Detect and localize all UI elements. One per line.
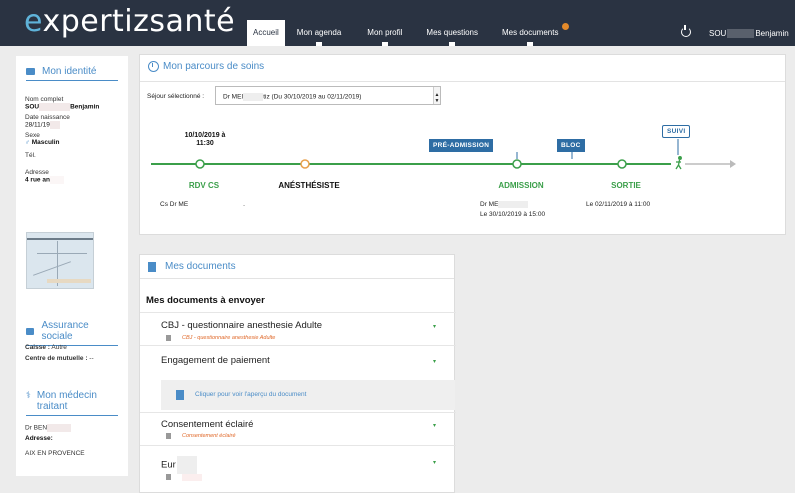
- dob-label: Date naissance: [25, 114, 70, 121]
- documents-card: Mes documents Mes documents à envoyer CB…: [139, 254, 456, 493]
- tel-label: Tél.: [25, 152, 36, 159]
- rdv-detail: Cs Dr ME.: [160, 201, 245, 208]
- step-label-sortie: SORTIE: [611, 181, 641, 190]
- medecin-title: ⚕ Mon médecin traitant: [26, 390, 97, 412]
- left-sidebar: Mon identité Nom complet SOU Benjamin Dat…: [16, 56, 128, 476]
- map-area: [47, 279, 91, 283]
- step-dot-anesthesiste[interactable]: [300, 159, 310, 169]
- pdf-icon: [176, 390, 184, 400]
- step-dot-sortie[interactable]: [617, 159, 627, 169]
- step-label-anesthesiste: ANÉSTHÉSISTE: [278, 181, 340, 190]
- nav-mes-questions[interactable]: Mes questions: [420, 20, 484, 46]
- divider: [26, 80, 118, 81]
- tel-value: [25, 159, 125, 166]
- assurance-title: Assurance sociale: [26, 320, 118, 342]
- stethoscope-icon: ⚕: [26, 390, 31, 400]
- id-card-icon: [26, 68, 35, 75]
- map-road: [37, 253, 87, 254]
- main-nav: Accueil Mon agenda Mon profil Mes questi…: [247, 20, 570, 46]
- document-row[interactable]: Engagement de paiement ▾: [140, 345, 456, 379]
- sexe-value: ♂ Masculin: [25, 139, 60, 146]
- map-thumbnail[interactable]: [26, 232, 94, 289]
- document-row[interactable]: Consentement éclairé ▾ Consentement écla…: [140, 412, 456, 445]
- documents-title: Mes documents: [148, 261, 236, 272]
- redacted-block: [727, 29, 755, 39]
- caisse-row: Caisse : Autre: [25, 344, 67, 351]
- medecin-adresse-label: Adresse:: [25, 435, 53, 442]
- walking-person-icon: [675, 156, 682, 170]
- expand-icon[interactable]: ▾: [433, 358, 436, 365]
- redacted-block: [182, 474, 202, 481]
- document-preview[interactable]: Cliquer pour voir l'aperçu du document: [161, 380, 455, 410]
- app-logo[interactable]: expertizsanté: [24, 4, 235, 39]
- divider: [140, 278, 454, 279]
- mutuelle-row: Centre de mutuelle : --: [25, 355, 94, 362]
- step-label-rdv: RDV CS: [188, 181, 220, 190]
- medecin-name: Dr BEN: [25, 424, 125, 432]
- file-icon: [166, 335, 171, 341]
- pdf-icon: [148, 261, 156, 272]
- map-road: [33, 261, 71, 276]
- nav-indicator: [527, 42, 534, 46]
- medecin-city: AIX EN PROVENCE: [25, 450, 85, 457]
- step-dot-rdv[interactable]: [195, 159, 205, 169]
- identity-title: Mon identité: [26, 66, 118, 77]
- nav-indicator: [316, 42, 323, 46]
- expand-icon[interactable]: ▾: [433, 459, 436, 466]
- document-row[interactable]: CBJ - questionnaire anesthesie Adulte ▾ …: [140, 312, 456, 345]
- notification-badge: [562, 23, 570, 30]
- user-name[interactable]: SOU Benjamin: [709, 29, 789, 39]
- nav-indicator: [381, 42, 388, 46]
- redacted-block: [49, 121, 60, 129]
- tag-bloc[interactable]: BLOC: [557, 139, 585, 152]
- nav-mes-documents[interactable]: Mes documents: [496, 20, 570, 46]
- document-row[interactable]: Eur ▾: [140, 445, 456, 493]
- tag-preadmission[interactable]: PRÉ-ADMISSION: [429, 139, 494, 152]
- map-road: [27, 238, 93, 240]
- nav-mon-profil[interactable]: Mon profil: [361, 20, 408, 46]
- id-card-icon: [26, 327, 35, 335]
- nom-label: Nom complet: [25, 96, 64, 103]
- timeline-arrow-icon: [730, 160, 736, 168]
- redacted-block: [176, 456, 197, 474]
- step-dot-admission[interactable]: [512, 159, 522, 169]
- tag-suivi[interactable]: SUIVI: [662, 125, 691, 138]
- sortie-detail: Le 02/11/2019 à 11:00: [586, 201, 651, 208]
- redacted-block: [47, 424, 72, 432]
- redacted-block: [39, 103, 71, 111]
- file-icon: [166, 433, 171, 439]
- power-icon[interactable]: [681, 25, 691, 37]
- admission-detail: Dr ME Le 30/10/2019 à 15:00: [480, 201, 546, 219]
- gender-male-icon: ♂: [25, 139, 30, 146]
- dob-value: 28/11/19: [25, 121, 125, 129]
- nom-value: SOU Benjamin: [25, 103, 100, 111]
- file-icon: [166, 474, 171, 480]
- redacted-block: [498, 201, 529, 208]
- top-navbar: expertizsanté Accueil Mon agenda Mon pro…: [0, 0, 795, 46]
- sexe-label: Sexe: [25, 132, 40, 139]
- divider: [26, 415, 118, 416]
- nav-accueil[interactable]: Accueil: [247, 20, 285, 46]
- adresse-label: Adresse: [25, 169, 49, 176]
- expand-icon[interactable]: ▾: [433, 422, 436, 429]
- expand-icon[interactable]: ▾: [433, 323, 436, 330]
- parcours-card: Mon parcours de soins Séjour sélectionné…: [139, 54, 786, 235]
- step-label-admission: ADMISSION: [498, 181, 544, 190]
- rdv-date: 10/10/2019 à 11:30: [184, 132, 226, 147]
- documents-heading: Mes documents à envoyer: [146, 295, 265, 306]
- adresse-value: 4 rue an: [25, 176, 125, 184]
- nav-indicator: [449, 42, 456, 46]
- nav-mon-agenda[interactable]: Mon agenda: [291, 20, 347, 46]
- redacted-block: [49, 176, 64, 184]
